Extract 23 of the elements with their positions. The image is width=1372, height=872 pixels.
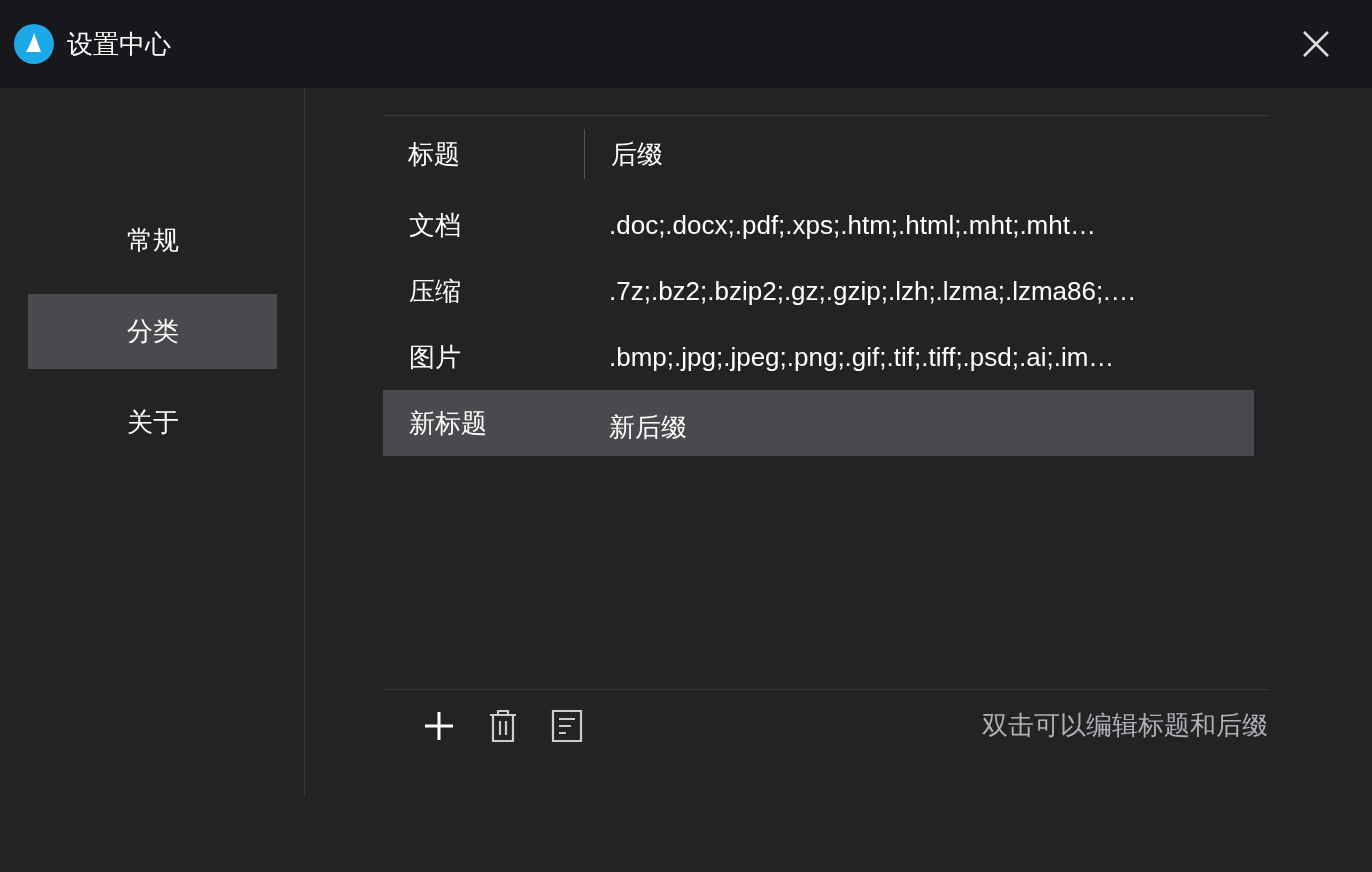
table-row[interactable]: 文档 .doc;.docx;.pdf;.xps;.htm;.html;.mht;.mht… <box>383 192 1254 258</box>
table-row[interactable]: 压缩 .7z;.bz2;.bzip2;.gz;.gzip;.lzh;.lzma;.lzma86;.… <box>383 258 1254 324</box>
delete-button[interactable] <box>487 708 519 743</box>
table-cell-text: 压缩 <box>408 274 462 308</box>
column-header: 后缀 <box>610 137 663 171</box>
notes-button[interactable] <box>551 708 583 743</box>
sidebar-item[interactable]: 分类 <box>28 294 277 369</box>
window-title: 设置中心 <box>67 27 171 61</box>
table-cell-text: 新标题 <box>408 406 488 440</box>
sidebar-item[interactable]: 常规 <box>28 203 277 278</box>
table-cell-text: 文档 <box>408 208 462 242</box>
table-row[interactable]: 图片 .bmp;.jpg;.jpeg;.png;.gif;.tif;.tiff;.psd;.ai;.im… <box>383 324 1254 390</box>
table-cell-text: 图片 <box>408 340 462 374</box>
table-row[interactable]: 新标题 新后缀 <box>383 390 1254 456</box>
suffix-input-field[interactable]: 新后缀 <box>609 407 1009 447</box>
table-cell-text: .bmp;.jpg;.jpeg;.png;.gif;.tif;.tiff;.psd;.ai;.im… <box>609 340 1115 374</box>
add-button[interactable] <box>423 709 455 742</box>
app-logo-icon <box>14 24 54 64</box>
table-cell-text: .7z;.bz2;.bzip2;.gz;.gzip;.lzh;.lzma;.lzma86;.… <box>609 274 1137 308</box>
table-cell-text: .doc;.docx;.pdf;.xps;.htm;.html;.mht;.mht… <box>609 208 1096 242</box>
column-header: 标题 <box>383 129 585 179</box>
sidebar-item[interactable]: 关于 <box>28 385 277 460</box>
hint-text: 双击可以编辑标题和后缀 <box>982 709 1268 742</box>
